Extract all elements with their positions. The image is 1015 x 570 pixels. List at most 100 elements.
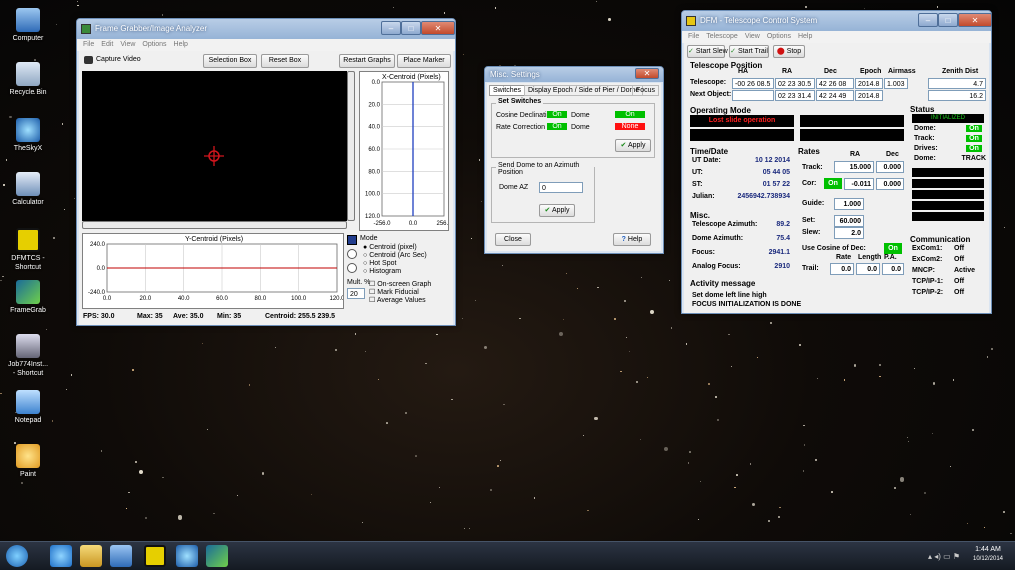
guide-rate-input[interactable]: 1.000 (834, 198, 864, 210)
menu-options[interactable]: Options (142, 41, 166, 48)
star (533, 497, 536, 500)
close-button[interactable]: ✕ (421, 21, 455, 35)
max-readout: Max: 35 (137, 313, 163, 320)
cosine-declination-toggle[interactable]: On (547, 111, 567, 118)
apply-dome-button[interactable]: ✔ Apply (539, 204, 575, 217)
tab-display-epoch[interactable]: Display Epoch / Side of Pier / Dome (524, 85, 644, 96)
trail-length-input[interactable]: 0.0 (856, 263, 880, 275)
desktop-icon-paint[interactable]: Paint (6, 444, 50, 479)
desktop-icon-theskyx[interactable]: TheSkyX (6, 118, 50, 153)
restart-graphs-button[interactable]: Restart Graphs (339, 54, 395, 68)
color-square-icon[interactable] (347, 235, 357, 245)
menu-help[interactable]: Help (174, 41, 188, 48)
clock-time[interactable]: 1:44 AM (968, 546, 1008, 553)
internet-explorer-icon[interactable] (50, 545, 72, 567)
star (717, 419, 719, 421)
desktop-icon-framegrab[interactable]: FrameGrab (6, 280, 50, 315)
dialog-close-button[interactable]: ✕ (635, 68, 659, 79)
start-trail-button[interactable]: ✓ Start Trail (729, 45, 769, 58)
selection-box-button[interactable]: Selection Box (203, 54, 257, 68)
tab-switches[interactable]: Switches (489, 85, 526, 96)
mult-input[interactable]: 20 (347, 288, 365, 299)
close-button[interactable]: ✕ (958, 13, 992, 27)
status-line-9 (912, 212, 984, 221)
star (924, 491, 927, 494)
star (650, 309, 655, 314)
desktop-icon-computer[interactable]: Computer (6, 8, 50, 43)
cor-rate-ra[interactable]: -0.011 (844, 178, 874, 190)
stop-button[interactable]: ⬤ Stop (773, 45, 805, 58)
mode-option-hot-spot[interactable]: ○ Hot Spot (363, 260, 396, 267)
dome-az-input[interactable]: 0 (539, 182, 583, 193)
menu-file[interactable]: File (688, 33, 699, 40)
misc-label-3: Analog Focus: (692, 263, 741, 270)
misc-settings-titlebar[interactable]: Misc. Settings ✕ (485, 67, 663, 82)
file-explorer-icon[interactable] (80, 545, 102, 567)
start-button[interactable] (6, 545, 28, 567)
minimize-button[interactable]: – (381, 21, 401, 35)
theskyx-taskbar-icon[interactable] (176, 545, 198, 567)
mode-option-histogram[interactable]: ○ Histogram (363, 268, 401, 275)
trail-rate-input[interactable]: 0.0 (830, 263, 854, 275)
dfmtcs-taskbar-icon[interactable] (144, 545, 166, 567)
minimize-button[interactable]: – (918, 13, 938, 27)
desktop-icon-calculator[interactable]: Calculator (6, 172, 50, 207)
start-slew-button[interactable]: ✓ Start Slew (687, 45, 728, 58)
cor-on-toggle[interactable]: On (824, 178, 842, 189)
x-graph-ytick: 40.0 (368, 125, 380, 131)
frame-grabber-titlebar[interactable]: Frame Grabber/Image Analyzer – □ ✕ (77, 19, 455, 39)
desktop-icon-dfmtcs[interactable]: DFMTCS - Shortcut (6, 228, 50, 272)
zoom-out-icon[interactable] (347, 263, 357, 273)
media-player-icon[interactable] (110, 545, 132, 567)
rate-correction-toggle[interactable]: On (547, 123, 567, 130)
track-rate-ra[interactable]: 15.000 (834, 161, 874, 173)
place-marker-button[interactable]: Place Marker (397, 54, 451, 68)
trail-pa-input[interactable]: 0.0 (882, 263, 904, 275)
video-display[interactable] (82, 71, 347, 221)
menu-help[interactable]: Help (798, 33, 812, 40)
mode-option-centroid-arcsec[interactable]: ○ Centroid (Arc Sec) (363, 252, 427, 259)
menu-file[interactable]: File (83, 41, 94, 48)
star (5, 159, 8, 161)
cosine-dec-toggle[interactable]: On (884, 243, 902, 254)
menu-view[interactable]: View (120, 41, 135, 48)
header-zenith-dist: Zenith Dist (942, 68, 979, 75)
desktop-icon-installer[interactable]: Job774Inst... - Shortcut (6, 334, 50, 378)
help-button[interactable]: ? Help (613, 233, 651, 246)
apply-switches-button[interactable]: ✔ Apply (615, 139, 651, 152)
check-onscreen-graph[interactable]: ☐ On-screen Graph (369, 280, 431, 288)
desktop-icon-notepad[interactable]: Notepad (6, 390, 50, 425)
menu-options[interactable]: Options (767, 33, 791, 40)
check-average-values[interactable]: ☐ Average Values (369, 296, 426, 304)
dome-toggle-2[interactable]: None (615, 123, 645, 130)
star (61, 123, 64, 125)
star (778, 515, 781, 518)
maximize-button[interactable]: □ (401, 21, 421, 35)
rows-label-2: Drives: (914, 145, 938, 152)
mode-option-centroid-pixel[interactable]: ● Centroid (pixel) (363, 244, 417, 251)
video-horizontal-scrollbar[interactable] (82, 221, 347, 229)
zoom-in-icon[interactable] (347, 249, 357, 259)
dome-toggle-1[interactable]: On (615, 111, 645, 118)
clock-date[interactable]: 10/12/2014 (968, 556, 1008, 562)
set-rate-input[interactable]: 60.000 (834, 215, 864, 227)
close-dialog-button[interactable]: Close (495, 233, 531, 246)
menu-edit[interactable]: Edit (101, 41, 113, 48)
star (932, 382, 935, 385)
check-mark-fiducial[interactable]: ☐ Mark Fiducial (369, 288, 419, 296)
dfm-titlebar[interactable]: DFM - Telescope Control System – □ ✕ (682, 11, 992, 31)
set-rate-label: Set: (802, 217, 816, 224)
menu-telescope[interactable]: Telescope (706, 33, 738, 40)
maximize-button[interactable]: □ (938, 13, 958, 27)
desktop-icon-recycle-bin[interactable]: Recycle Bin (6, 62, 50, 97)
slew-rate-input[interactable]: 2.0 (834, 227, 864, 239)
track-rate-dec[interactable]: 0.000 (876, 161, 904, 173)
menu-view[interactable]: View (745, 33, 760, 40)
video-vertical-scrollbar[interactable] (347, 71, 355, 221)
system-tray-icons[interactable]: ▴ ◂) ▭ ⚑ (928, 552, 960, 561)
tab-focus[interactable]: Focus (632, 85, 660, 96)
reset-box-button[interactable]: Reset Box (261, 54, 309, 68)
cor-rate-dec[interactable]: 0.000 (876, 178, 904, 190)
communication-title: Communication (910, 235, 971, 244)
framegrab-taskbar-icon[interactable] (206, 545, 228, 567)
